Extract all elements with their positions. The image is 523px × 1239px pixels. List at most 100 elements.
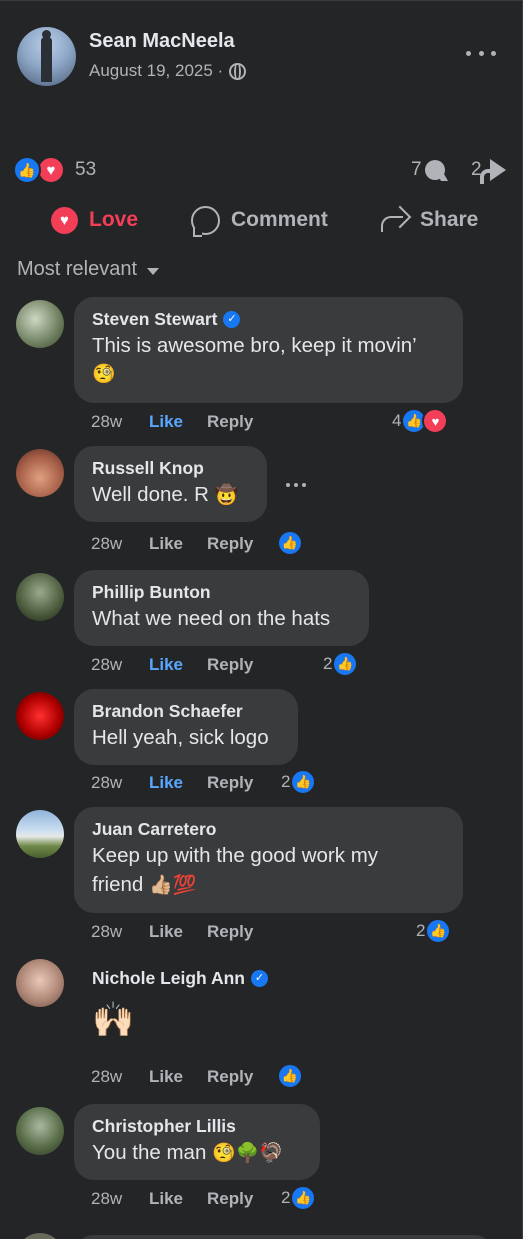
post-author-name[interactable]: Sean MacNeela [89, 30, 235, 53]
comment-options-icon[interactable] [286, 482, 306, 488]
avatar[interactable] [16, 573, 64, 621]
love-reaction-icon: ♥ [422, 408, 449, 434]
reply-button[interactable]: Reply [207, 1189, 253, 1209]
comment-meta: 28w Like Reply [91, 655, 253, 675]
comment-author[interactable]: Phillip Bunton [92, 580, 351, 604]
reaction-count: 4 [392, 411, 402, 430]
comment-reactions[interactable]: 4 👍 ♥ [392, 408, 449, 434]
like-button[interactable]: Like [149, 1189, 207, 1209]
comment-block: Nichole Leigh Ann ✓ 🙌🏻 [74, 956, 304, 1056]
comment-bubble: Brandon Schaefer Hell yeah, sick logo [74, 689, 298, 765]
post-author-avatar[interactable] [17, 27, 76, 86]
comment-time[interactable]: 28w [91, 1067, 149, 1087]
like-button[interactable]: Like [149, 773, 207, 793]
like-reaction-icon: 👍 [290, 1185, 317, 1211]
comment-author[interactable]: Brandon Schaefer [92, 699, 280, 723]
comment-bubble: Christopher Lillis You the man 🧐🌳🦃 [74, 1104, 320, 1180]
comment-count[interactable]: 7 [411, 159, 445, 181]
like-reaction-icon: 👍 [277, 530, 303, 556]
love-label: Love [89, 208, 139, 231]
comment-icon [191, 205, 220, 237]
post-reactions-summary[interactable]: 👍 ♥ 53 [13, 156, 96, 184]
comment-reactions[interactable]: 2 👍 [281, 1185, 317, 1211]
post-date-text[interactable]: August 19, 2025 · [89, 61, 223, 81]
filter-label: Most relevant [17, 258, 138, 280]
comment-reactions[interactable]: 👍 [277, 530, 303, 556]
comment-text: This is awesome bro, keep it movin’ [92, 334, 417, 357]
verified-badge-icon: ✓ [223, 310, 241, 328]
comment-bubble [74, 1235, 494, 1239]
comment-author[interactable]: Russell Knop [92, 456, 249, 480]
comment-text: You the man 🧐🌳🦃 [92, 1141, 284, 1164]
share-button[interactable]: Share [379, 201, 478, 239]
reaction-count: 2 [416, 921, 426, 940]
avatar[interactable] [16, 449, 64, 497]
comment-text-line2: friend 👍🏼💯 [92, 873, 197, 896]
comment-meta: 28w Like Reply [91, 412, 253, 432]
share-arrow-icon [479, 159, 506, 184]
like-reaction-icon: 👍 [290, 769, 317, 795]
comment-time[interactable]: 28w [91, 655, 149, 675]
comment-author[interactable]: Christopher Lillis [92, 1114, 302, 1138]
comment-meta: 28w Like Reply [91, 534, 253, 554]
love-reaction-icon: ♥ [37, 156, 65, 184]
globe-icon [229, 62, 247, 80]
comment-time[interactable]: 28w [91, 1189, 149, 1209]
comment-label: Comment [231, 208, 328, 231]
like-reaction-icon: 👍 [332, 651, 359, 677]
more-options-icon[interactable] [466, 41, 496, 65]
reply-button[interactable]: Reply [207, 655, 253, 675]
comment-bubble: Juan Carretero Keep up with the good wor… [74, 807, 463, 913]
like-button[interactable]: Like [149, 922, 207, 942]
comment-text: Keep up with the good work my [92, 844, 379, 867]
comment-reactions[interactable]: 2 👍 [416, 918, 452, 944]
comment-sort-filter[interactable]: Most relevant [17, 258, 160, 281]
comment-time[interactable]: 28w [91, 773, 149, 793]
like-button[interactable]: Like [149, 412, 207, 432]
reply-button[interactable]: Reply [207, 1067, 253, 1087]
reply-button[interactable]: Reply [207, 534, 253, 554]
comment-time[interactable]: 28w [91, 412, 149, 432]
reply-button[interactable]: Reply [207, 922, 253, 942]
comment-author[interactable]: Juan Carretero [92, 817, 445, 841]
reaction-count: 53 [75, 159, 97, 180]
comment-reactions[interactable]: 2 👍 [323, 651, 359, 677]
avatar[interactable] [16, 1233, 64, 1239]
like-button[interactable]: Like [149, 655, 207, 675]
comment-text: Hell yeah, sick logo [92, 726, 269, 749]
verified-badge-icon: ✓ [250, 969, 268, 987]
avatar[interactable] [16, 959, 64, 1007]
reply-button[interactable]: Reply [207, 412, 253, 432]
avatar[interactable] [16, 692, 64, 740]
comment-emoji: 🧐 [92, 363, 116, 385]
share-label: Share [420, 208, 479, 231]
comment-bubble: Phillip Bunton What we need on the hats [74, 570, 369, 646]
like-button[interactable]: Like [149, 1067, 207, 1087]
comment-reactions[interactable]: 👍 [277, 1063, 303, 1089]
comment-bubble: Russell Knop Well done. R 🤠 [74, 446, 267, 522]
post-date[interactable]: August 19, 2025 · [89, 61, 247, 81]
reaction-count: 2 [323, 654, 333, 673]
comment-meta: 28w Like Reply [91, 922, 253, 942]
comment-bubble-icon [424, 160, 445, 180]
comment-emoji: 🙌🏻 [92, 1000, 135, 1040]
reply-button[interactable]: Reply [207, 773, 253, 793]
heart-icon: ♥ [51, 206, 78, 234]
like-button[interactable]: Like [149, 534, 207, 554]
share-count[interactable]: 2 [471, 159, 506, 184]
comment-time[interactable]: 28w [91, 534, 149, 554]
comment-time[interactable]: 28w [91, 922, 149, 942]
comment-reactions[interactable]: 2 👍 [281, 769, 317, 795]
reaction-count: 2 [281, 772, 291, 791]
chevron-down-icon [147, 267, 160, 275]
comment-button[interactable]: Comment [191, 201, 328, 239]
comment-author[interactable]: Steven Stewart ✓ [92, 307, 445, 331]
like-reaction-icon: 👍 [277, 1063, 303, 1089]
comment-author[interactable]: Nichole Leigh Ann ✓ [92, 966, 286, 990]
love-button[interactable]: ♥ Love [51, 201, 138, 239]
avatar[interactable] [16, 300, 64, 348]
avatar[interactable] [16, 810, 64, 858]
comment-text: Well done. R 🤠 [92, 483, 239, 506]
avatar[interactable] [16, 1107, 64, 1155]
comment-meta: 28w Like Reply [91, 773, 253, 793]
